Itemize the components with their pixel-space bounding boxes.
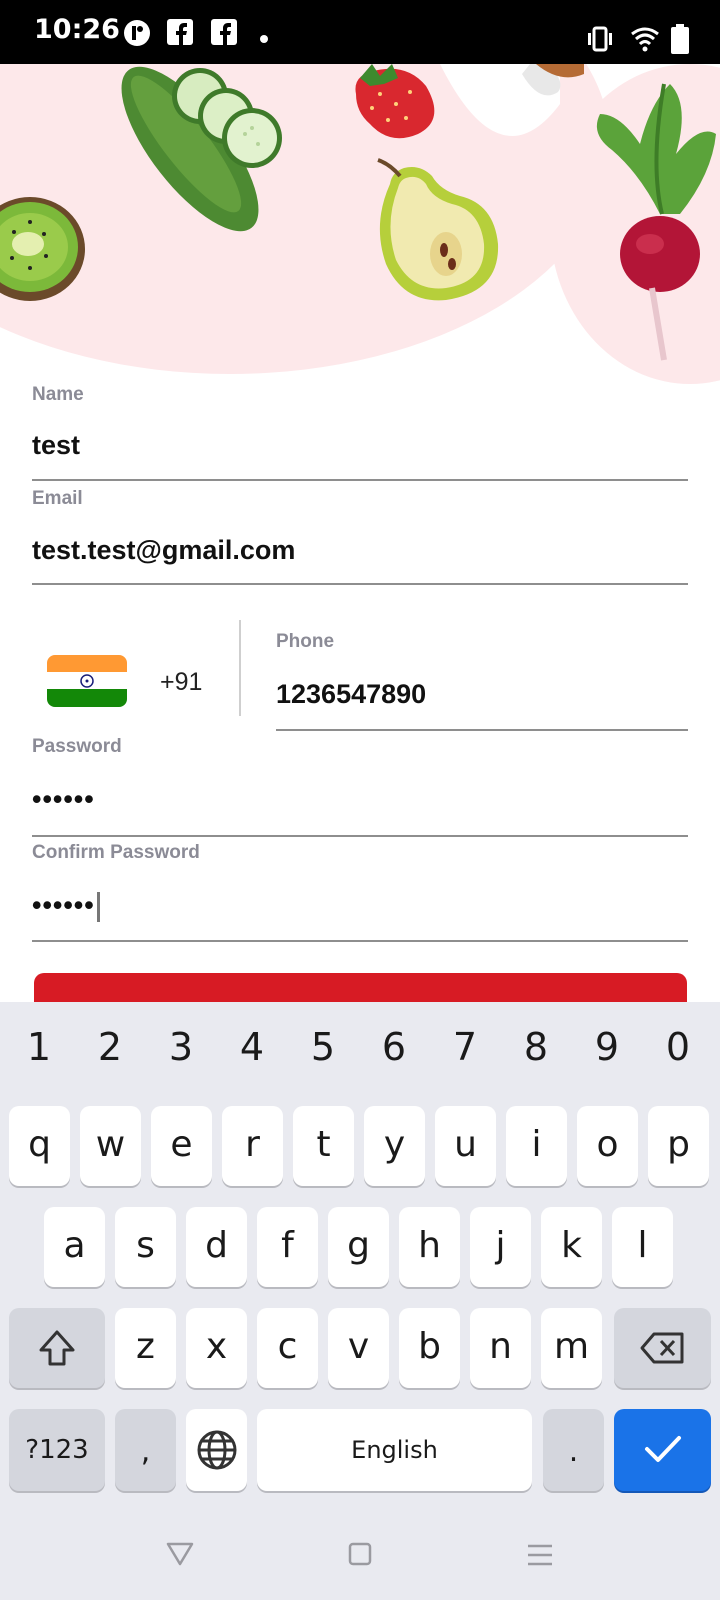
key-b[interactable]: b (399, 1308, 460, 1388)
key-n[interactable]: n (470, 1308, 531, 1388)
backspace-key[interactable] (614, 1308, 711, 1388)
key-r[interactable]: r (222, 1106, 283, 1186)
key-digit-0[interactable]: 0 (648, 1025, 708, 1069)
key-z[interactable]: z (115, 1308, 176, 1388)
key-p[interactable]: p (648, 1106, 709, 1186)
key-i[interactable]: i (506, 1106, 567, 1186)
key-t[interactable]: t (293, 1106, 354, 1186)
phone-field[interactable]: 1236547890 (276, 679, 426, 710)
key-k[interactable]: k (541, 1207, 602, 1287)
backspace-icon (640, 1332, 683, 1364)
email-field-underline (32, 583, 688, 585)
shift-icon (39, 1330, 75, 1366)
key-u[interactable]: u (435, 1106, 496, 1186)
key-y[interactable]: y (364, 1106, 425, 1186)
key-digit-1[interactable]: 1 (9, 1025, 69, 1069)
key-digit-2[interactable]: 2 (80, 1025, 140, 1069)
india-flag-icon (47, 655, 127, 707)
wifi-icon (631, 27, 659, 52)
key-f[interactable]: f (257, 1207, 318, 1287)
key-x[interactable]: x (186, 1308, 247, 1388)
email-field[interactable]: test.test@gmail.com (32, 535, 295, 566)
key-digit-9[interactable]: 9 (577, 1025, 637, 1069)
key-h[interactable]: h (399, 1207, 460, 1287)
confirm-password-field-underline (32, 940, 688, 942)
home-nav-icon[interactable] (348, 1542, 372, 1566)
key-digit-4[interactable]: 4 (222, 1025, 282, 1069)
password-field[interactable]: •••••• (32, 784, 95, 815)
password-label: Password (32, 736, 122, 757)
status-bar: 10:26 (0, 0, 720, 64)
key-w[interactable]: w (80, 1106, 141, 1186)
key-s[interactable]: s (115, 1207, 176, 1287)
facebook-notification-icon (211, 19, 237, 45)
key-o[interactable]: o (577, 1106, 638, 1186)
key-d[interactable]: d (186, 1207, 247, 1287)
key-e[interactable]: e (151, 1106, 212, 1186)
password-field-underline (32, 835, 688, 837)
confirm-password-field[interactable]: •••••• (32, 890, 100, 922)
hero-illustration (0, 64, 720, 404)
key-m[interactable]: m (541, 1308, 602, 1388)
enter-key[interactable] (614, 1409, 711, 1491)
key-g[interactable]: g (328, 1207, 389, 1287)
confirm-password-label: Confirm Password (32, 842, 200, 863)
symbols-key[interactable]: ?123 (9, 1409, 105, 1491)
period-key[interactable]: . (543, 1409, 604, 1491)
back-nav-icon[interactable] (166, 1541, 194, 1567)
key-j[interactable]: j (470, 1207, 531, 1287)
shift-key[interactable] (9, 1308, 105, 1388)
soft-keyboard (0, 1002, 720, 1600)
key-digit-3[interactable]: 3 (151, 1025, 211, 1069)
app-notification-icon (124, 20, 150, 46)
globe-icon (197, 1430, 236, 1470)
phone-field-underline (276, 729, 688, 731)
key-digit-8[interactable]: 8 (506, 1025, 566, 1069)
key-digit-7[interactable]: 7 (435, 1025, 495, 1069)
comma-key[interactable]: , (115, 1409, 176, 1491)
vibrate-icon (588, 26, 612, 52)
email-label: Email (32, 488, 83, 509)
phone-label: Phone (276, 631, 335, 652)
status-time: 10:26 (34, 14, 120, 45)
more-notifications-dot-icon (260, 35, 268, 43)
checkmark-icon (644, 1436, 681, 1462)
key-v[interactable]: v (328, 1308, 389, 1388)
facebook-notification-icon (167, 19, 193, 45)
name-field-underline (32, 479, 688, 481)
space-key[interactable]: English (257, 1409, 532, 1491)
key-q[interactable]: q (9, 1106, 70, 1186)
key-digit-5[interactable]: 5 (293, 1025, 353, 1069)
language-key[interactable] (186, 1409, 247, 1491)
name-field[interactable]: test (32, 430, 80, 461)
key-a[interactable]: a (44, 1207, 105, 1287)
text-cursor (96, 891, 100, 922)
key-digit-6[interactable]: 6 (364, 1025, 424, 1069)
confirm-password-value: •••••• (32, 890, 95, 920)
key-l[interactable]: l (612, 1207, 673, 1287)
phone-divider (239, 620, 241, 716)
country-code: +91 (160, 668, 203, 696)
battery-icon (671, 24, 689, 54)
key-c[interactable]: c (257, 1308, 318, 1388)
name-label: Name (32, 384, 84, 405)
recents-nav-icon[interactable] (527, 1543, 553, 1567)
